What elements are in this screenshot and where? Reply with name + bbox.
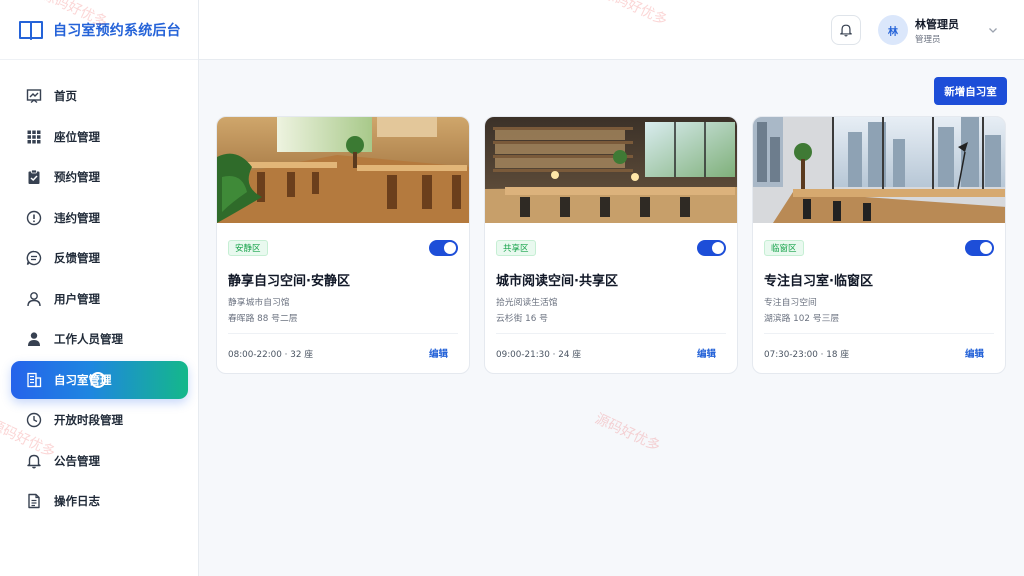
sidebar-item-label: 开放时段管理 bbox=[54, 413, 123, 427]
notifications-button[interactable] bbox=[831, 15, 861, 45]
top-header: 林 林管理员 管理员 bbox=[199, 0, 1024, 60]
sidebar-item-label: 座位管理 bbox=[54, 129, 100, 144]
sidebar: 自习室预约系统后台 首页 座位管理 预约管理 违约管理 反馈管理 用户管理 工作… bbox=[0, 0, 199, 576]
zone-badge: 共享区 bbox=[496, 240, 536, 256]
card-hours-seats: 09:00-21:30 · 24 座 bbox=[496, 350, 582, 360]
enabled-toggle[interactable] bbox=[429, 240, 458, 256]
user-name: 林管理员 bbox=[915, 18, 959, 31]
app-title: 自习室预约系统后台 bbox=[53, 22, 181, 39]
edit-button[interactable]: 编辑 bbox=[697, 346, 716, 360]
sidebar-item-label: 违约管理 bbox=[54, 210, 100, 225]
clock-icon bbox=[26, 412, 42, 428]
sidebar-nav: 首页 座位管理 预约管理 违约管理 反馈管理 用户管理 工作人员管理 自习室管理… bbox=[0, 77, 199, 523]
sidebar-item-label: 工作人员管理 bbox=[54, 332, 123, 346]
add-study-room-button[interactable]: 新增自习室 bbox=[934, 77, 1007, 105]
card-venue: 拾光阅读生活馆 bbox=[496, 298, 558, 308]
sidebar-item-feedback[interactable]: 反馈管理 bbox=[11, 239, 188, 277]
zone-badge: 临窗区 bbox=[764, 240, 804, 256]
card-address: 湖滨路 102 号三层 bbox=[764, 314, 840, 324]
watermark: 源码好优多 bbox=[592, 410, 663, 455]
card-venue: 静享城市自习馆 bbox=[228, 298, 290, 308]
sidebar-item-reservations[interactable]: 预约管理 bbox=[11, 158, 188, 196]
bell-icon bbox=[840, 24, 852, 37]
card-address: 云杉街 16 号 bbox=[496, 314, 548, 324]
card-hours-seats: 08:00-22:00 · 32 座 bbox=[228, 350, 314, 360]
study-room-card: 临窗区 专注自习室·临窗区 专注自习空间 湖滨路 102 号三层 07:30-2… bbox=[752, 116, 1006, 374]
staff-icon bbox=[26, 331, 42, 347]
zone-badge: 安静区 bbox=[228, 240, 268, 256]
study-room-card: 安静区 静享自习空间·安静区 静享城市自习馆 春晖路 88 号二层 08:00-… bbox=[216, 116, 470, 374]
alert-circle-icon bbox=[26, 210, 42, 226]
avatar[interactable]: 林 bbox=[878, 15, 908, 45]
sidebar-item-users[interactable]: 用户管理 bbox=[11, 280, 188, 318]
clipboard-check-icon bbox=[26, 169, 42, 185]
grid-icon bbox=[26, 129, 42, 145]
brand: 自习室预约系统后台 bbox=[0, 0, 198, 60]
message-circle-icon bbox=[26, 250, 42, 266]
enabled-toggle[interactable] bbox=[965, 240, 994, 256]
enabled-toggle[interactable] bbox=[697, 240, 726, 256]
card-title: 静享自习空间·安静区 bbox=[228, 274, 350, 289]
sidebar-item-label: 反馈管理 bbox=[54, 251, 100, 265]
sidebar-item-violations[interactable]: 违约管理 bbox=[11, 199, 188, 237]
edit-button[interactable]: 编辑 bbox=[965, 346, 984, 360]
study-room-photo bbox=[753, 117, 1005, 223]
user-role: 管理员 bbox=[915, 35, 941, 45]
edit-button[interactable]: 编辑 bbox=[429, 346, 448, 360]
cursor-indicator bbox=[90, 371, 106, 388]
card-title: 专注自习室·临窗区 bbox=[764, 274, 873, 289]
user-icon bbox=[26, 291, 42, 307]
sidebar-item-label: 首页 bbox=[54, 89, 77, 103]
chevron-down-icon[interactable] bbox=[987, 24, 999, 36]
divider bbox=[496, 333, 726, 334]
card-venue: 专注自习空间 bbox=[764, 298, 817, 308]
sidebar-item-announcements[interactable]: 公告管理 bbox=[11, 442, 188, 480]
sidebar-item-label: 预约管理 bbox=[54, 170, 100, 184]
sidebar-item-study-rooms[interactable]: 自习室管理 bbox=[11, 360, 188, 399]
sidebar-item-staff[interactable]: 工作人员管理 bbox=[11, 320, 188, 358]
study-room-photo bbox=[485, 117, 737, 223]
divider bbox=[764, 333, 994, 334]
sidebar-item-open-hours[interactable]: 开放时段管理 bbox=[11, 401, 188, 439]
study-room-card: 共享区 城市阅读空间·共享区 拾光阅读生活馆 云杉街 16 号 09:00-21… bbox=[484, 116, 738, 374]
book-open-icon bbox=[19, 20, 43, 40]
sidebar-item-home[interactable]: 首页 bbox=[11, 77, 188, 115]
building-icon bbox=[26, 372, 42, 388]
bell-icon bbox=[26, 453, 42, 469]
card-title: 城市阅读空间·共享区 bbox=[496, 274, 618, 289]
card-address: 春晖路 88 号二层 bbox=[228, 314, 298, 324]
divider bbox=[228, 333, 458, 334]
study-room-photo bbox=[217, 117, 469, 223]
sidebar-item-logs[interactable]: 操作日志 bbox=[11, 482, 188, 520]
sidebar-item-label: 用户管理 bbox=[54, 291, 100, 306]
sidebar-item-label: 公告管理 bbox=[54, 453, 100, 468]
sidebar-item-label: 操作日志 bbox=[54, 494, 100, 508]
file-text-icon bbox=[26, 493, 42, 509]
card-hours-seats: 07:30-23:00 · 18 座 bbox=[764, 350, 850, 360]
sidebar-item-seats[interactable]: 座位管理 bbox=[11, 118, 188, 156]
chart-line-icon bbox=[26, 88, 42, 104]
